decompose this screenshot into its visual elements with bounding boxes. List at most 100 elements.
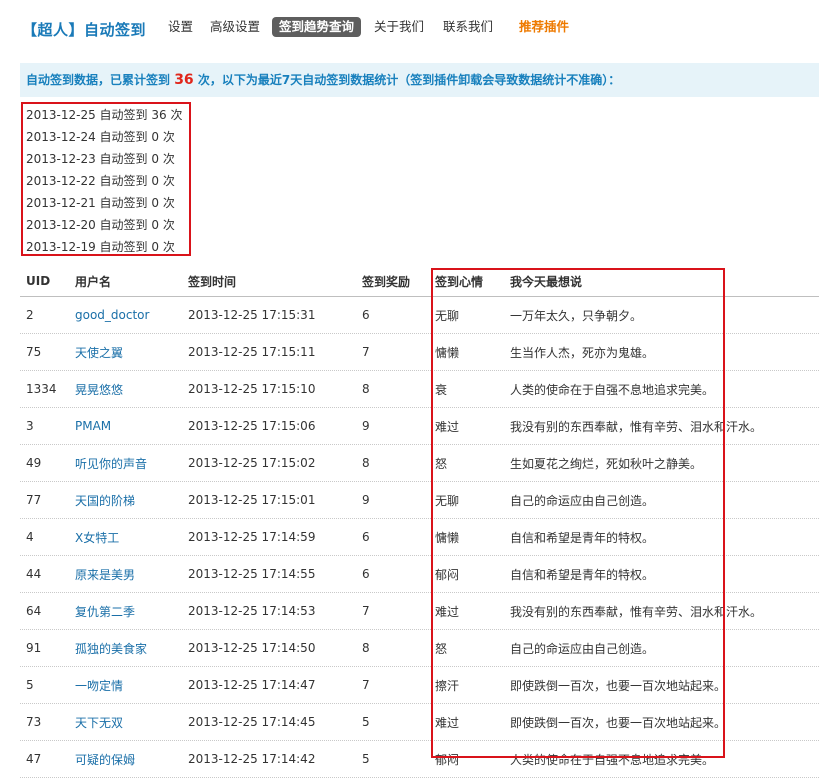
cell-username: 可疑的保姆	[75, 741, 135, 777]
username-link[interactable]: PMAM	[75, 419, 111, 433]
cell-mood: 无聊	[435, 493, 460, 508]
cell-uid: 91	[26, 641, 42, 655]
cell-uid: 77	[26, 493, 42, 507]
cell-time: 2013-12-25 17:15:02	[188, 456, 316, 470]
table-row: 91 孤独的美食家 2013-12-25 17:14:50 8 怒 自己的命运应…	[20, 630, 819, 667]
cell-mood: 擦汗	[435, 678, 460, 693]
nav-advanced-settings[interactable]: 高级设置	[206, 17, 264, 37]
cell-username: 一吻定情	[75, 667, 123, 703]
cell-time: 2013-12-25 17:14:59	[188, 530, 316, 544]
cell-mood: 难过	[435, 715, 460, 730]
cell-username: 复仇第二季	[75, 593, 135, 629]
cell-time: 2013-12-25 17:14:53	[188, 604, 316, 618]
cell-uid: 2	[26, 308, 34, 322]
table-header: UID 用户名 签到时间 签到奖励 签到心情 我今天最想说	[20, 266, 819, 297]
cell-uid: 49	[26, 456, 42, 470]
cell-message: 人类的使命在于自强不息地追求完美。	[510, 752, 715, 767]
cell-time: 2013-12-25 17:14:47	[188, 678, 316, 692]
cell-uid: 4	[26, 530, 34, 544]
summary-notice: 自动签到数据，已累计签到 36 次，以下为最近7天自动签到数据统计（签到插件卸载…	[20, 63, 819, 97]
top-nav: 【超人】自动签到 设置 高级设置 签到趋势查询 关于我们 联系我们 推荐插件	[0, 0, 827, 56]
username-link[interactable]: 孤独的美食家	[75, 640, 147, 657]
username-link[interactable]: 一吻定情	[75, 677, 123, 694]
cell-uid: 64	[26, 604, 42, 618]
cell-message: 自信和希望是青年的特权。	[510, 530, 655, 545]
cell-mood: 难过	[435, 604, 460, 619]
nav-recommended-plugins[interactable]: 推荐插件	[515, 17, 573, 37]
cell-time: 2013-12-25 17:14:50	[188, 641, 316, 655]
table-row: 75 天使之翼 2013-12-25 17:15:11 7 慵懒 生当作人杰，死…	[20, 334, 819, 371]
username-link[interactable]: 复仇第二季	[75, 603, 135, 620]
header-reward: 签到奖励	[362, 274, 411, 289]
cell-message: 即使跌倒一百次，也要一百次地站起来。	[510, 678, 727, 693]
cell-reward: 8	[362, 641, 370, 655]
daily-stat: 2013-12-24 自动签到 0 次	[26, 130, 175, 144]
cell-username: good_doctor	[75, 297, 149, 333]
cell-message: 即使跌倒一百次，也要一百次地站起来。	[510, 715, 727, 730]
daily-stats-box: 2013-12-25 自动签到 36 次 2013-12-24 自动签到 0 次…	[21, 102, 191, 256]
username-link[interactable]: good_doctor	[75, 308, 149, 322]
nav-contact[interactable]: 联系我们	[439, 17, 497, 37]
cell-reward: 5	[362, 752, 370, 766]
cell-mood: 慵懒	[435, 530, 460, 545]
cell-message: 自己的命运应由自己创造。	[510, 493, 655, 508]
cell-reward: 7	[362, 678, 370, 692]
cell-reward: 7	[362, 345, 370, 359]
username-link[interactable]: 天使之翼	[75, 344, 123, 361]
cell-reward: 8	[362, 456, 370, 470]
username-link[interactable]: 听见你的声音	[75, 455, 147, 472]
cell-uid: 75	[26, 345, 42, 359]
cell-mood: 难过	[435, 419, 460, 434]
username-link[interactable]: 原来是美男	[75, 566, 135, 583]
username-link[interactable]: 天下无双	[75, 714, 123, 731]
cell-reward: 9	[362, 419, 370, 433]
table-row: 49 听见你的声音 2013-12-25 17:15:02 8 怒 生如夏花之绚…	[20, 445, 819, 482]
signin-table: UID 用户名 签到时间 签到奖励 签到心情 我今天最想说 2 good_doc…	[20, 266, 819, 778]
notice-prefix: 自动签到数据，已累计签到	[26, 73, 175, 87]
cell-uid: 47	[26, 752, 42, 766]
cell-time: 2013-12-25 17:15:11	[188, 345, 316, 359]
cell-time: 2013-12-25 17:14:42	[188, 752, 316, 766]
cell-message: 一万年太久，只争朝夕。	[510, 308, 643, 323]
header-username: 用户名	[75, 274, 112, 289]
cell-reward: 9	[362, 493, 370, 507]
header-message: 我今天最想说	[510, 274, 583, 289]
cell-mood: 慵懒	[435, 345, 460, 360]
table-row: 2 good_doctor 2013-12-25 17:15:31 6 无聊 一…	[20, 297, 819, 334]
cell-mood: 无聊	[435, 308, 460, 323]
cell-uid: 3	[26, 419, 34, 433]
username-link[interactable]: X女特工	[75, 529, 119, 546]
cell-reward: 6	[362, 530, 370, 544]
cell-message: 我没有别的东西奉献，惟有辛劳、泪水和汗水。	[510, 604, 763, 619]
cell-message: 生如夏花之绚烂，死如秋叶之静美。	[510, 456, 703, 471]
table-row: 77 天国的阶梯 2013-12-25 17:15:01 9 无聊 自己的命运应…	[20, 482, 819, 519]
nav-about[interactable]: 关于我们	[370, 17, 428, 37]
cell-uid: 44	[26, 567, 42, 581]
table-row: 44 原来是美男 2013-12-25 17:14:55 6 郁闷 自信和希望是…	[20, 556, 819, 593]
username-link[interactable]: 晃晃悠悠	[75, 381, 123, 398]
nav-settings[interactable]: 设置	[164, 17, 197, 37]
plugin-title: 【超人】自动签到	[22, 21, 147, 39]
cell-message: 自信和希望是青年的特权。	[510, 567, 655, 582]
username-link[interactable]: 天国的阶梯	[75, 492, 135, 509]
cell-username: 孤独的美食家	[75, 630, 147, 666]
table-row: 73 天下无双 2013-12-25 17:14:45 5 难过 即使跌倒一百次…	[20, 704, 819, 741]
cell-username: 听见你的声音	[75, 445, 147, 481]
cell-username: PMAM	[75, 408, 111, 444]
daily-stat: 2013-12-23 自动签到 0 次	[26, 152, 175, 166]
cell-mood: 郁闷	[435, 752, 460, 767]
cell-time: 2013-12-25 17:14:55	[188, 567, 316, 581]
daily-stat: 2013-12-25 自动签到 36 次	[26, 108, 183, 122]
cell-mood: 衰	[435, 382, 448, 397]
nav-trend-query[interactable]: 签到趋势查询	[272, 17, 362, 37]
table-row: 64 复仇第二季 2013-12-25 17:14:53 7 难过 我没有别的东…	[20, 593, 819, 630]
cell-time: 2013-12-25 17:15:10	[188, 382, 316, 396]
cell-uid: 73	[26, 715, 42, 729]
table-row: 4 X女特工 2013-12-25 17:14:59 6 慵懒 自信和希望是青年…	[20, 519, 819, 556]
cell-username: 晃晃悠悠	[75, 371, 123, 407]
cell-uid: 5	[26, 678, 34, 692]
total-count: 36	[174, 72, 194, 88]
header-time: 签到时间	[188, 274, 237, 289]
cell-message: 自己的命运应由自己创造。	[510, 641, 655, 656]
daily-stat: 2013-12-21 自动签到 0 次	[26, 196, 175, 210]
